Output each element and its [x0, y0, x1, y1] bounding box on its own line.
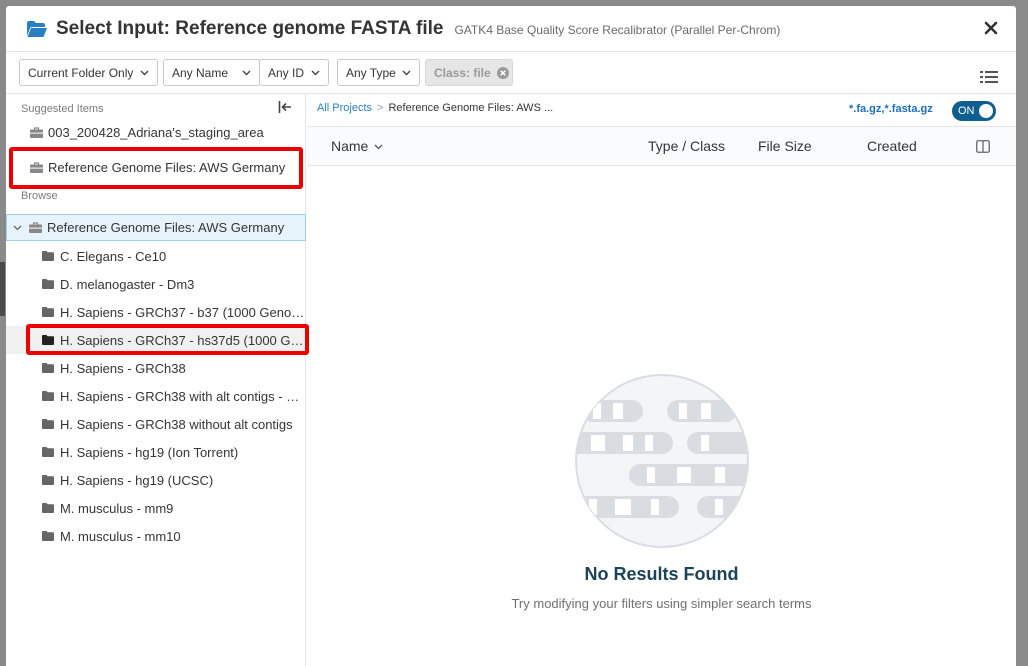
extension-filter: *.fa.gz,*.fasta.gz [849, 103, 933, 115]
toggle-knob [979, 104, 993, 118]
tree-folder[interactable]: H. Sapiens - GRCh37 - b37 (1000 Genomes … [6, 298, 306, 326]
type-filter-dropdown[interactable]: Any Type [337, 59, 420, 86]
folder-open-icon [27, 20, 47, 37]
chevron-down-icon [402, 70, 411, 76]
chevron-down-icon [311, 70, 320, 76]
folder-icon [42, 251, 54, 261]
tree-folder-label: H. Sapiens - GRCh38 without alt contigs [60, 416, 293, 432]
suggested-items-label: Suggested Items [21, 103, 104, 115]
name-filter-dropdown[interactable]: Any Name [163, 59, 260, 86]
modal-header: Select Input: Reference genome FASTA fil… [6, 6, 1016, 52]
tree-folder[interactable]: H. Sapiens - hg19 (Ion Torrent) [6, 438, 306, 466]
class-filter-chip[interactable]: Class: file [425, 59, 513, 86]
table-header: Name Type / Class File Size Created [307, 126, 1016, 166]
briefcase-icon [30, 161, 43, 173]
modal-title: Select Input: Reference genome FASTA fil… [56, 17, 444, 39]
tree-folder-label: H. Sapiens - GRCh38 [60, 360, 186, 376]
column-header-label: Name [331, 138, 369, 154]
filter-bar: Current Folder Only Any Name Any ID Any … [6, 52, 1016, 94]
breadcrumb-current: Reference Genome Files: AWS ... [388, 102, 554, 114]
tree-folder[interactable]: M. musculus - mm10 [6, 522, 306, 550]
id-filter-label: Any ID [268, 65, 305, 80]
chevron-down-icon [242, 70, 251, 76]
suggested-item-label: 003_200428_Adriana's_staging_area [48, 124, 264, 140]
empty-state-subtitle: Try modifying your filters using simpler… [511, 596, 812, 611]
suggested-item[interactable]: Reference Genome Files: AWS Germany [30, 156, 285, 178]
collapse-left-icon[interactable] [278, 100, 292, 114]
folder-icon [42, 447, 54, 457]
tree-root-label: Reference Genome Files: AWS Germany [47, 220, 285, 235]
tree-folder-label: M. musculus - mm9 [60, 500, 174, 516]
column-header-name[interactable]: Name [331, 138, 383, 154]
empty-results-illustration [575, 374, 749, 548]
tree-folder[interactable]: H. Sapiens - GRCh38 [6, 354, 306, 382]
briefcase-icon [30, 126, 43, 138]
folder-icon [42, 279, 54, 289]
tree-folder[interactable]: C. Elegans - Ce10 [6, 242, 306, 270]
chevron-down-icon[interactable] [13, 223, 22, 232]
suggested-item[interactable]: 003_200428_Adriana's_staging_area [30, 121, 264, 143]
folder-icon [42, 419, 54, 429]
columns-icon[interactable] [976, 140, 990, 153]
column-header-size[interactable]: File Size [758, 138, 812, 154]
tree-root-project[interactable]: Reference Genome Files: AWS Germany [6, 214, 306, 241]
close-icon[interactable] [982, 19, 1000, 37]
suggested-item-label: Reference Genome Files: AWS Germany [48, 159, 286, 175]
tree-folder[interactable]: H. Sapiens - hg19 (UCSC) [6, 466, 306, 494]
folder-scope-label: Current Folder Only [28, 65, 134, 80]
folder-icon [42, 363, 54, 373]
column-header-type[interactable]: Type / Class [648, 138, 725, 154]
tree-folder-label: D. melanogaster - Dm3 [60, 276, 195, 292]
tree-folder[interactable]: H. Sapiens - GRCh38 with alt contigs - H… [6, 382, 306, 410]
briefcase-icon [29, 222, 42, 233]
right-pane: All Projects > Reference Genome Files: AWS… [307, 94, 1016, 666]
folder-icon [42, 531, 54, 541]
list-view-icon[interactable] [980, 70, 998, 84]
tree-folder[interactable]: H. Sapiens - GRCh37 - hs37d5 (1000 Genom… [6, 326, 306, 354]
tree-folder[interactable]: D. melanogaster - Dm3 [6, 270, 306, 298]
background-page-edge [0, 262, 5, 316]
tree-folder[interactable]: H. Sapiens - GRCh38 without alt contigs [6, 410, 306, 438]
column-header-created[interactable]: Created [867, 138, 917, 154]
id-filter-dropdown[interactable]: Any ID [259, 59, 329, 86]
extension-filter-toggle[interactable]: ON [952, 101, 996, 121]
folder-icon [42, 335, 54, 345]
chevron-down-icon [140, 70, 149, 76]
tree-folder-label: C. Elegans - Ce10 [60, 248, 167, 264]
browse-label: Browse [21, 190, 58, 202]
folder-icon [42, 503, 54, 513]
tree-folder-label: H. Sapiens - GRCh38 with alt contigs - H… [60, 388, 306, 404]
tree-folder[interactable]: M. musculus - mm9 [6, 494, 306, 522]
tree-folder-label: M. musculus - mm10 [60, 528, 181, 544]
breadcrumb-root-link[interactable]: All Projects [317, 102, 372, 114]
toggle-label: ON [958, 105, 975, 117]
class-filter-label: Class: file [434, 65, 491, 80]
folder-icon [42, 307, 54, 317]
name-filter-label: Any Name [172, 65, 229, 80]
chevron-down-icon[interactable] [374, 142, 383, 151]
left-pane: Suggested Items 003_200428_Adriana's_sta… [6, 94, 309, 666]
breadcrumb: All Projects > Reference Genome Files: AWS… [317, 102, 553, 114]
modal-subtitle: GATK4 Base Quality Score Recalibrator (P… [454, 23, 781, 37]
type-filter-label: Any Type [346, 65, 396, 80]
folder-icon [42, 391, 54, 401]
tree-folder-label: H. Sapiens - hg19 (UCSC) [60, 472, 214, 488]
tree-folder-label: H. Sapiens - GRCh37 - b37 (1000 Genomes … [60, 304, 306, 320]
select-input-modal: Select Input: Reference genome FASTA fil… [6, 6, 1016, 666]
empty-state-title: No Results Found [584, 564, 739, 584]
tree-folder-label: H. Sapiens - hg19 (Ion Torrent) [60, 444, 239, 460]
breadcrumb-separator: > [377, 102, 384, 114]
folder-scope-dropdown[interactable]: Current Folder Only [19, 59, 158, 86]
clear-circle-icon[interactable] [496, 66, 509, 79]
folder-icon [42, 475, 54, 485]
tree-folder-label: H. Sapiens - GRCh37 - hs37d5 (1000 Genom… [60, 332, 306, 348]
